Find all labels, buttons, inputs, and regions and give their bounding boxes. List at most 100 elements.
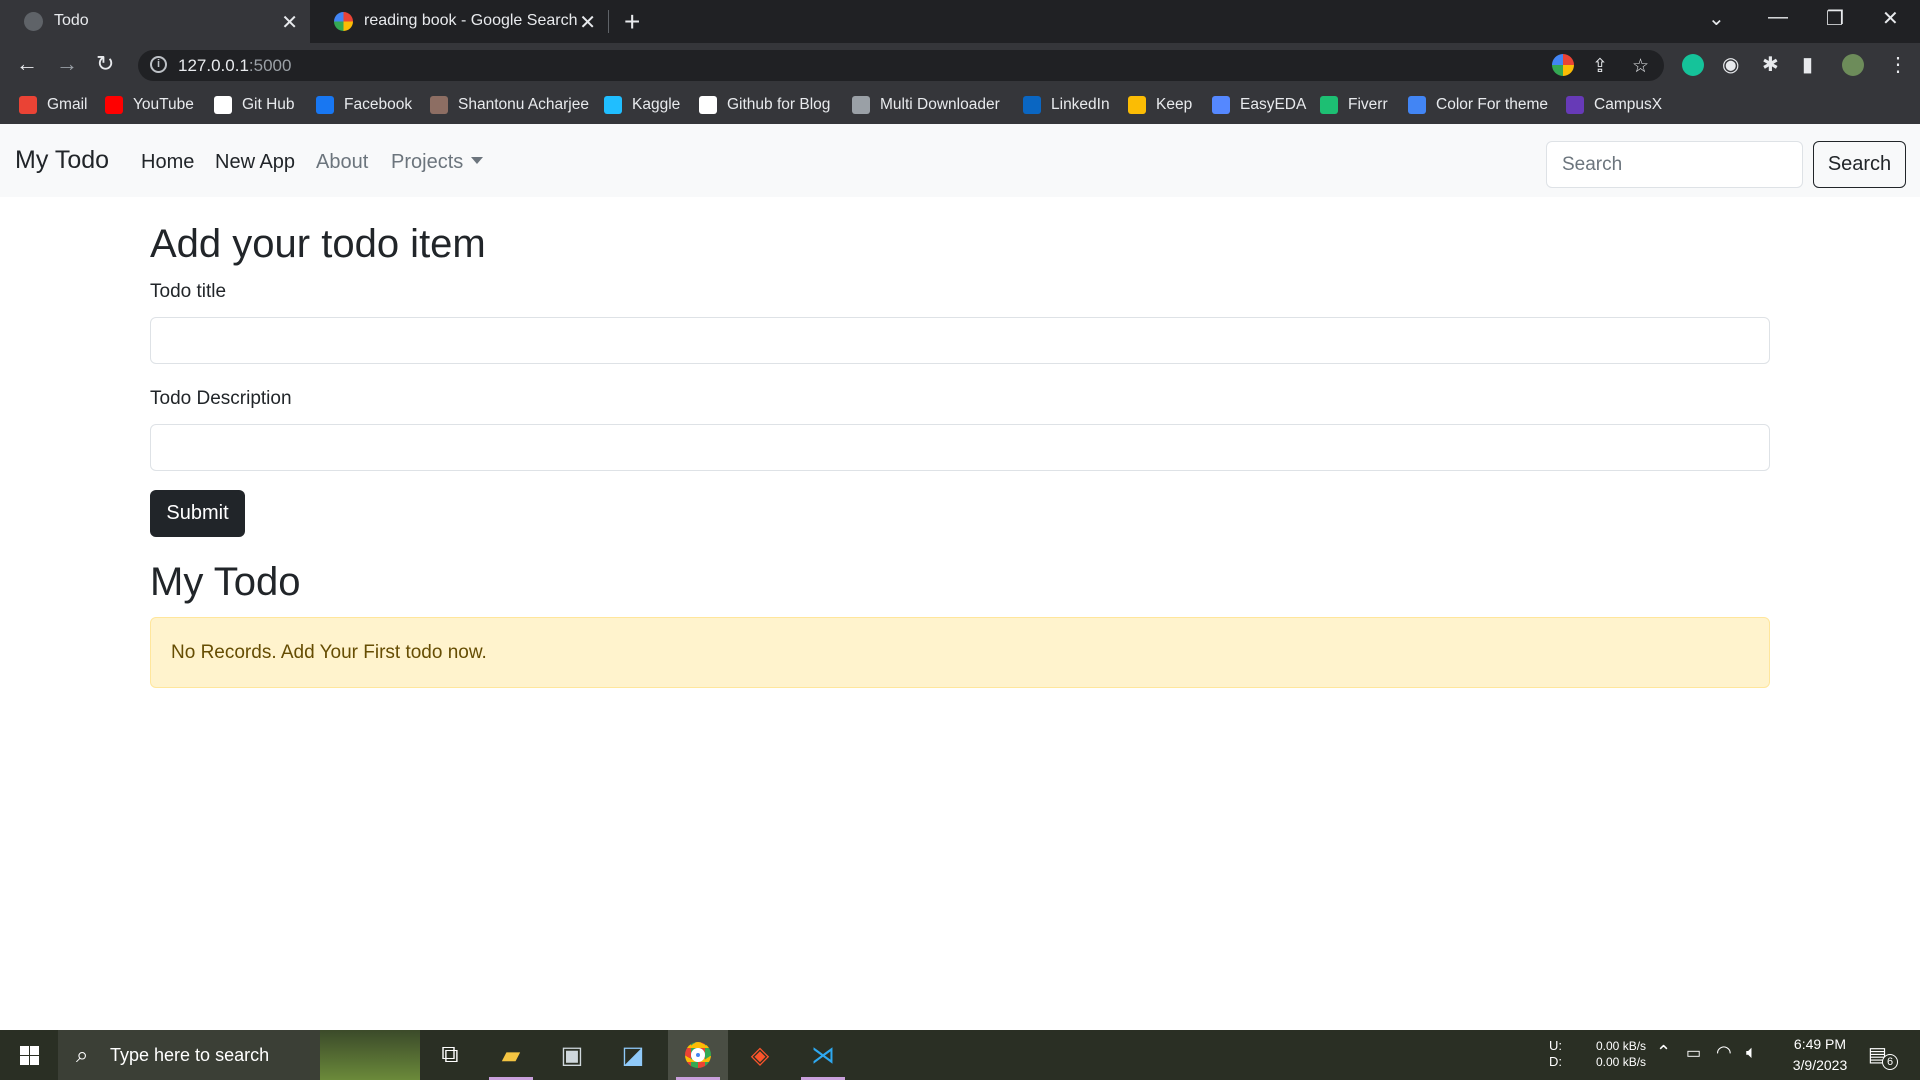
- bookmark-label: Github for Blog: [727, 96, 831, 113]
- chrome-icon[interactable]: [668, 1030, 728, 1080]
- net-speed-labels: U: D:: [1549, 1038, 1562, 1070]
- bookmark-label: Color For theme: [1436, 96, 1548, 113]
- notepad-app-icon[interactable]: ◪: [603, 1030, 663, 1080]
- keep-icon: [1128, 96, 1146, 114]
- bookmark-item[interactable]: Keep: [1128, 96, 1192, 114]
- tab-google-search[interactable]: reading book - Google Search ✕: [310, 0, 608, 43]
- nav-link-about[interactable]: About: [316, 151, 368, 174]
- notification-center-icon[interactable]: ▤ 6: [1868, 1042, 1898, 1070]
- tab-title: reading book - Google Search: [364, 12, 578, 29]
- close-window-button[interactable]: ✕: [1882, 6, 1899, 31]
- chevron-up-icon[interactable]: ⌃: [1656, 1042, 1671, 1063]
- wifi-icon[interactable]: ◠: [1716, 1042, 1732, 1063]
- caret-down-icon: [471, 157, 484, 165]
- camera-icon[interactable]: ◉: [1722, 52, 1739, 77]
- windows-logo-icon: [20, 1046, 39, 1065]
- bookmark-label: CampusX: [1594, 96, 1663, 113]
- photos-app-icon[interactable]: ▣: [542, 1030, 602, 1080]
- grammarly-icon[interactable]: [1682, 54, 1704, 76]
- avatar[interactable]: [1842, 54, 1864, 76]
- easyeda-icon: [1212, 96, 1230, 114]
- bookmark-item[interactable]: LinkedIn: [1023, 96, 1110, 114]
- bookmark-item[interactable]: Multi Downloader: [852, 96, 1000, 114]
- new-tab-button[interactable]: +: [624, 6, 640, 38]
- bookmarks-bar: Gmail YouTube Git Hub Facebook Shantonu Acha…: [0, 87, 1920, 124]
- bookmark-item[interactable]: Gmail: [19, 96, 87, 114]
- start-button[interactable]: [0, 1030, 58, 1080]
- close-icon[interactable]: ✕: [281, 10, 298, 35]
- nav-link-home[interactable]: Home: [141, 151, 194, 174]
- back-button[interactable]: ←: [16, 51, 38, 77]
- bookmark-label: Fiverr: [1348, 96, 1388, 113]
- page-content: My Todo Home New App About Projects Sear…: [0, 124, 1920, 1030]
- bookmark-label: YouTube: [133, 96, 194, 113]
- taskbar-search-box[interactable]: ⌕ Type here to search: [58, 1030, 420, 1080]
- download-label: D:: [1549, 1054, 1562, 1069]
- clock-time: 6:49 PM: [1793, 1036, 1847, 1052]
- vscode-icon[interactable]: ⋊: [793, 1030, 853, 1080]
- restore-button[interactable]: ❐: [1826, 6, 1844, 31]
- navbar-brand[interactable]: My Todo: [15, 146, 109, 175]
- close-icon[interactable]: ✕: [579, 10, 596, 35]
- file-explorer-icon[interactable]: ▰: [481, 1030, 541, 1080]
- net-speed-values: 0.00 kB/s 0.00 kB/s: [1596, 1038, 1646, 1070]
- bookmark-item[interactable]: Git Hub: [214, 96, 295, 114]
- share-icon[interactable]: ⇪: [1592, 55, 1608, 78]
- bookmark-label: Kaggle: [632, 96, 681, 113]
- taskbar-search-placeholder: Type here to search: [110, 1045, 270, 1065]
- nav-link-new-app[interactable]: New App: [215, 151, 295, 174]
- color-icon: [1408, 96, 1426, 114]
- tab-title: Todo: [54, 12, 89, 29]
- todo-title-label: Todo title: [150, 281, 227, 302]
- side-panel-icon[interactable]: ▮: [1802, 52, 1813, 77]
- address-bar[interactable]: i 127.0.0.1:5000 ⇪ ☆: [138, 50, 1664, 81]
- url-text[interactable]: 127.0.0.1:5000: [178, 56, 291, 76]
- forward-button[interactable]: →: [56, 51, 78, 77]
- bookmark-item[interactable]: Shantonu Acharjee: [430, 96, 589, 114]
- submit-button[interactable]: Submit: [150, 490, 245, 537]
- bookmark-item[interactable]: Color For theme: [1408, 96, 1548, 114]
- bookmark-label: Multi Downloader: [880, 96, 1000, 113]
- brave-icon[interactable]: ◈: [730, 1030, 790, 1080]
- nav-dropdown-projects[interactable]: Projects: [391, 151, 484, 174]
- site-navbar: My Todo Home New App About Projects Sear…: [0, 124, 1920, 197]
- nav-link-projects: Projects: [391, 151, 464, 173]
- menu-icon[interactable]: ⋮: [1888, 52, 1908, 77]
- gmail-icon: [19, 96, 37, 114]
- volume-icon[interactable]: 🔈︎: [1746, 1042, 1757, 1063]
- todo-description-label: Todo Description: [150, 388, 292, 409]
- site-info-icon[interactable]: i: [150, 56, 167, 73]
- bookmark-item[interactable]: Facebook: [316, 96, 412, 114]
- search-input[interactable]: [1546, 141, 1803, 188]
- youtube-icon: [105, 96, 123, 114]
- bookmark-label: Shantonu Acharjee: [458, 96, 589, 113]
- bookmark-star-icon[interactable]: ☆: [1632, 55, 1649, 78]
- extensions-icon[interactable]: ✱: [1762, 52, 1779, 77]
- battery-icon[interactable]: ▭: [1686, 1043, 1701, 1063]
- task-view-icon[interactable]: ⧉: [420, 1030, 480, 1080]
- todo-description-input[interactable]: [150, 424, 1770, 471]
- search-icon: ⌕: [76, 1042, 89, 1067]
- bookmark-item[interactable]: Github for Blog: [699, 96, 830, 114]
- reload-button[interactable]: ↻: [96, 51, 114, 77]
- linkedin-icon: [1023, 96, 1041, 114]
- browser-tab-strip: Todo ✕ reading book - Google Search ✕ + …: [0, 0, 1920, 43]
- clock[interactable]: 6:49 PM 3/9/2023: [1774, 1034, 1866, 1076]
- tab-todo[interactable]: Todo ✕: [0, 0, 310, 43]
- bookmark-item[interactable]: Kaggle: [604, 96, 680, 114]
- clock-date: 3/9/2023: [1792, 1057, 1848, 1073]
- search-button[interactable]: Search: [1813, 141, 1906, 188]
- bookmark-item[interactable]: CampusX: [1566, 96, 1662, 114]
- upload-label: U:: [1549, 1038, 1562, 1053]
- bookmark-item[interactable]: Fiverr: [1320, 96, 1388, 114]
- todo-title-input[interactable]: [150, 317, 1770, 364]
- tab-search-icon[interactable]: ⌄: [1708, 6, 1725, 31]
- bookmark-label: Gmail: [47, 96, 88, 113]
- bookmark-item[interactable]: YouTube: [105, 96, 194, 114]
- code-icon: [699, 96, 717, 114]
- google-lens-icon[interactable]: [1552, 54, 1574, 76]
- minimize-button[interactable]: —: [1768, 6, 1788, 29]
- bookmark-item[interactable]: EasyEDA: [1212, 96, 1306, 114]
- bookmark-label: Git Hub: [242, 96, 295, 113]
- bookmark-label: EasyEDA: [1240, 96, 1307, 113]
